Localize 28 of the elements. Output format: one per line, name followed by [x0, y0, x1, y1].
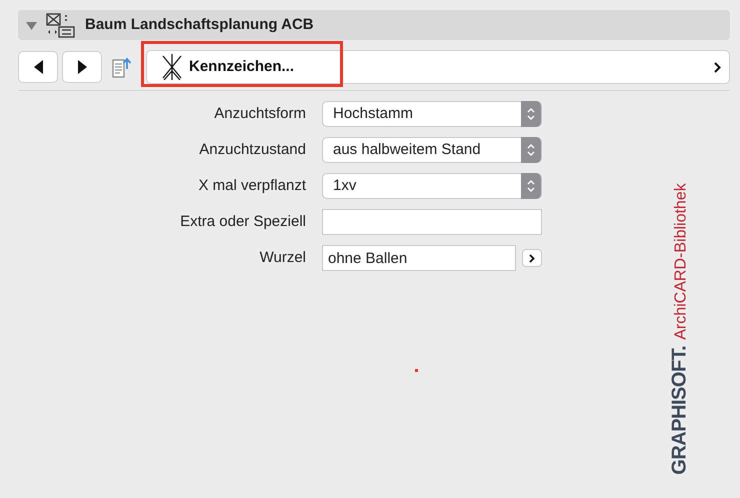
- subpanel-selector[interactable]: Kennzeichen...: [146, 50, 730, 84]
- brand-logo: GRAPHISOFT.: [668, 346, 692, 475]
- field-label: X mal verpflanzt: [197, 176, 307, 196]
- right-triangle-icon: [78, 60, 86, 74]
- dropdown[interactable]: 1xv: [322, 173, 542, 199]
- stepper-icon: [521, 173, 541, 199]
- previous-button[interactable]: [18, 51, 58, 83]
- library-label: ArchiCARD-Bibliothek: [672, 183, 691, 340]
- chevron-icon: [529, 254, 535, 262]
- more-button[interactable]: [522, 249, 542, 267]
- stepper-icon: [521, 101, 541, 127]
- left-triangle-icon: [34, 60, 42, 74]
- chevron-icon: [714, 62, 721, 72]
- dropdown[interactable]: Hochstamm: [322, 101, 542, 127]
- stepper-icon: [521, 137, 541, 163]
- panel-title: Baum Landschaftsplanung ACB: [85, 14, 314, 35]
- field-label: Anzuchtsform: [213, 104, 307, 124]
- settings-panel-icon: [45, 12, 77, 38]
- field-label: Anzuchtzustand: [198, 140, 307, 160]
- field-label: Wurzel: [258, 248, 307, 268]
- next-button[interactable]: [62, 51, 102, 83]
- disclosure-triangle-icon[interactable]: [26, 20, 37, 30]
- dropdown[interactable]: aus halbweitem Stand: [322, 137, 542, 163]
- panel-header[interactable]: Baum Landschaftsplanung ACB: [18, 10, 730, 40]
- input-field[interactable]: [322, 209, 542, 235]
- input-field[interactable]: ohne Ballen: [322, 245, 516, 271]
- tree-symbol-icon: [161, 54, 183, 80]
- field-label: Extra oder Speziell: [179, 212, 307, 232]
